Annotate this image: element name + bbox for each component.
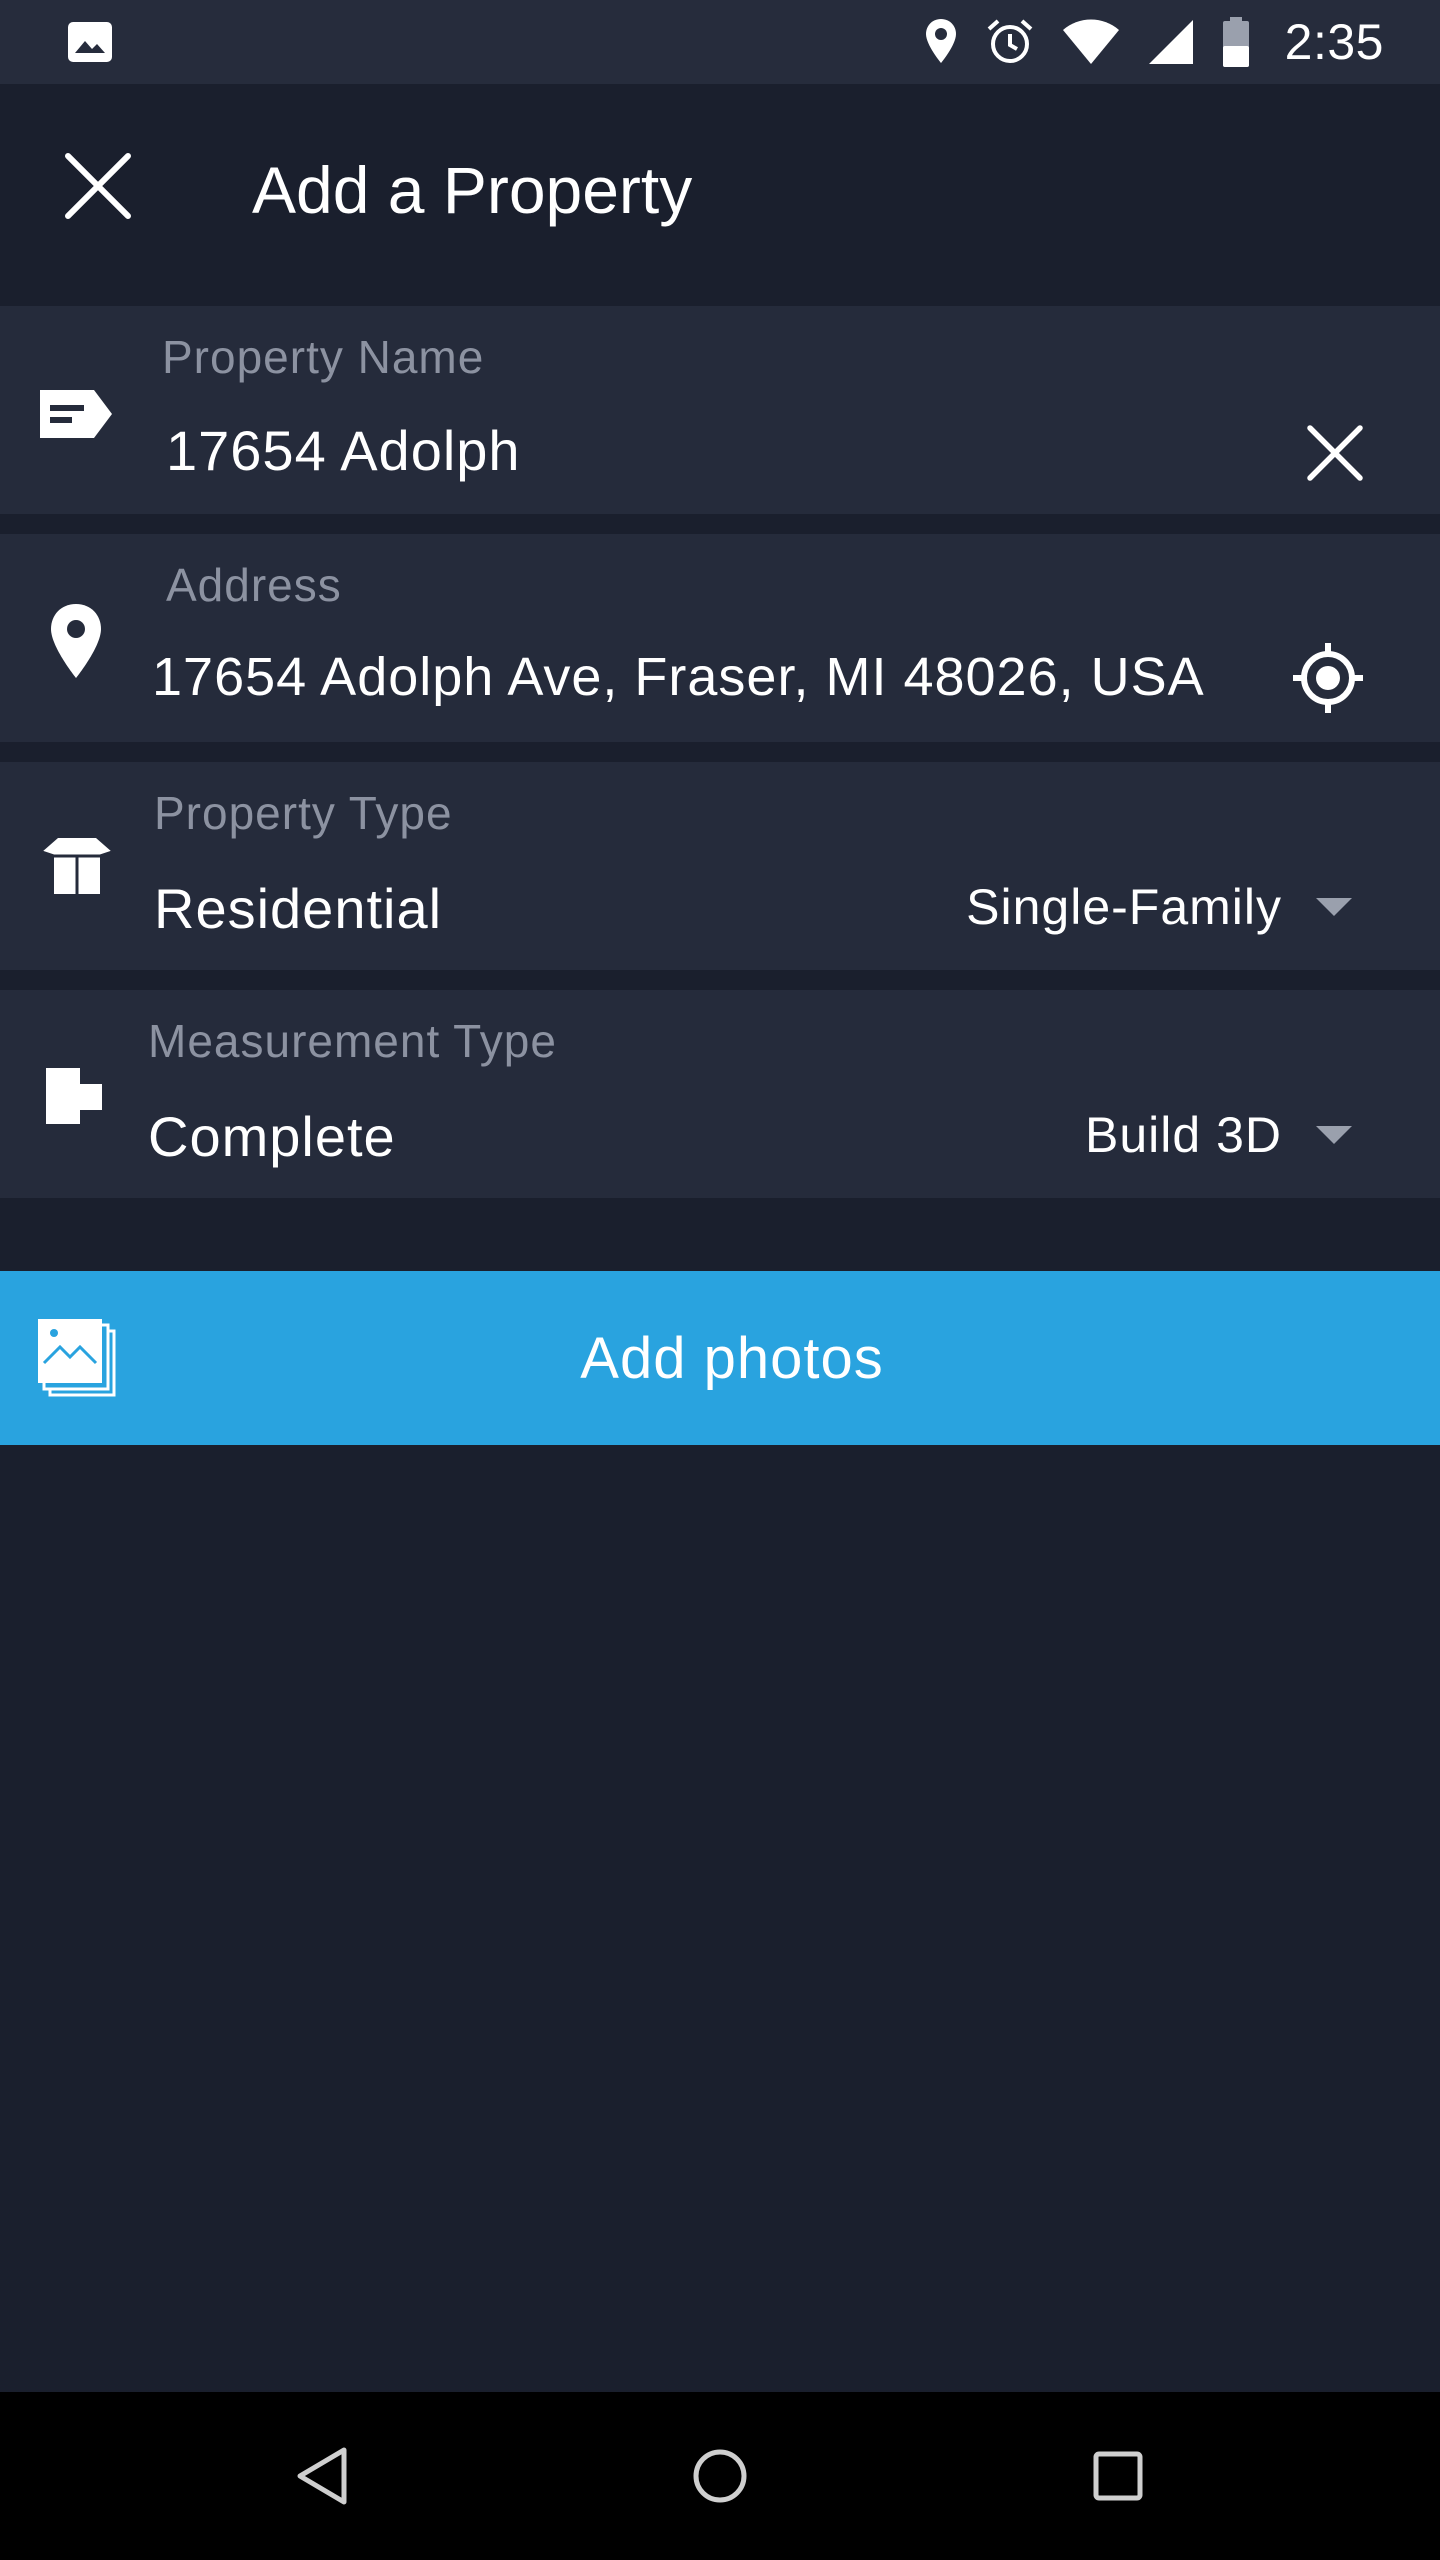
property-name-input[interactable] (166, 412, 1266, 488)
navigation-bar (0, 2392, 1440, 2560)
alarm-icon (987, 19, 1033, 63)
measurement-type-label: Measurement Type (148, 1015, 557, 1067)
address-value[interactable]: 17654 Adolph Ave, Fraser, MI 48026, USA (152, 646, 1205, 708)
status-icons: 2:35 (923, 0, 1384, 84)
gps-target-icon (1293, 643, 1363, 713)
measurement-type-row[interactable]: Measurement Type Complete Build 3D (0, 990, 1440, 1198)
location-pin-icon (48, 602, 104, 682)
nav-recents-button[interactable] (1078, 2436, 1158, 2516)
home-icon (693, 2449, 747, 2503)
property-type-row[interactable]: Property Type Residential Single-Family (0, 762, 1440, 970)
measurement-option-selected: Build 3D (1085, 1107, 1282, 1163)
property-subtype-dropdown[interactable]: Single-Family (966, 878, 1352, 936)
page-title: Add a Property (252, 153, 693, 227)
address-label: Address (166, 559, 342, 611)
status-bar: 2:35 (0, 0, 1440, 84)
gps-locate-button[interactable] (1288, 638, 1368, 718)
dropdown-arrow-icon (1316, 1126, 1352, 1144)
open-box-icon (38, 834, 116, 898)
nav-back-button[interactable] (282, 2436, 362, 2516)
app-bar: Add a Property (0, 84, 1440, 306)
property-name-label: Property Name (162, 331, 485, 383)
screen: 2:35 Add a Property Property Name 17654 … (0, 0, 1440, 2560)
back-icon (297, 2447, 347, 2505)
wifi-icon (1062, 19, 1119, 64)
clear-property-name-button[interactable] (1296, 414, 1374, 492)
battery-icon (1222, 17, 1249, 67)
label-tag-icon (36, 386, 116, 442)
location-icon (925, 19, 956, 63)
address-row[interactable]: Address 17654 Adolph Ave, Fraser, MI 480… (0, 534, 1440, 742)
measurement-type-value: Complete (148, 1105, 396, 1168)
floorplan-icon (44, 1066, 104, 1126)
recents-icon (1093, 2451, 1143, 2501)
dropdown-arrow-icon (1316, 898, 1352, 916)
property-type-value: Residential (154, 877, 443, 940)
measurement-option-dropdown[interactable]: Build 3D (1085, 1106, 1352, 1164)
close-icon (65, 153, 131, 219)
property-subtype-selected: Single-Family (966, 879, 1282, 935)
nav-home-button[interactable] (680, 2436, 760, 2516)
clear-icon (1307, 425, 1363, 481)
status-time: 2:35 (1284, 14, 1384, 70)
property-type-label: Property Type (154, 787, 453, 839)
image-notification-icon (68, 22, 112, 62)
close-button[interactable] (58, 146, 138, 226)
signal-icon (1148, 20, 1193, 64)
add-photos-button[interactable]: Add photos (0, 1271, 1440, 1445)
add-photos-label: Add photos (580, 1326, 884, 1391)
property-name-row[interactable]: Property Name (0, 306, 1440, 514)
